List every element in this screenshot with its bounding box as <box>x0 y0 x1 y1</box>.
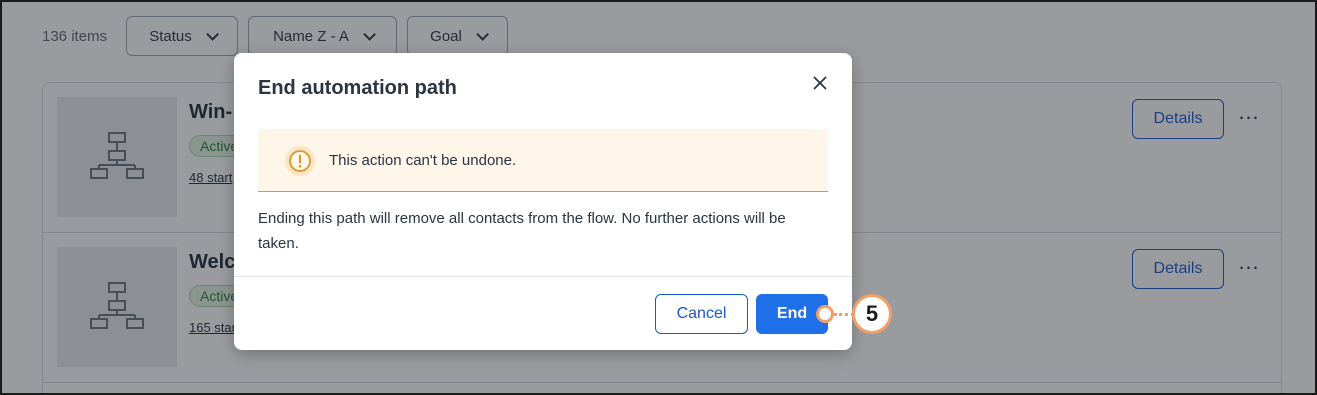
callout-connector <box>834 313 854 316</box>
warning-circle-icon <box>284 145 316 177</box>
warning-text: This action can't be undone. <box>329 152 517 169</box>
cancel-button[interactable]: Cancel <box>655 294 748 334</box>
step-number-badge: 5 <box>852 294 892 334</box>
divider <box>234 276 852 277</box>
warning-banner: This action can't be undone. <box>258 129 828 192</box>
dialog-body-text: Ending this path will remove all contact… <box>258 210 786 252</box>
close-icon[interactable] <box>810 73 830 93</box>
dialog-title: End automation path <box>258 77 457 99</box>
screenshot-frame: 136 items Status Name Z - A Goal Win- Ac… <box>0 0 1317 395</box>
callout-pointer <box>816 305 834 323</box>
end-path-dialog: End automation path This action can't be… <box>234 53 852 350</box>
